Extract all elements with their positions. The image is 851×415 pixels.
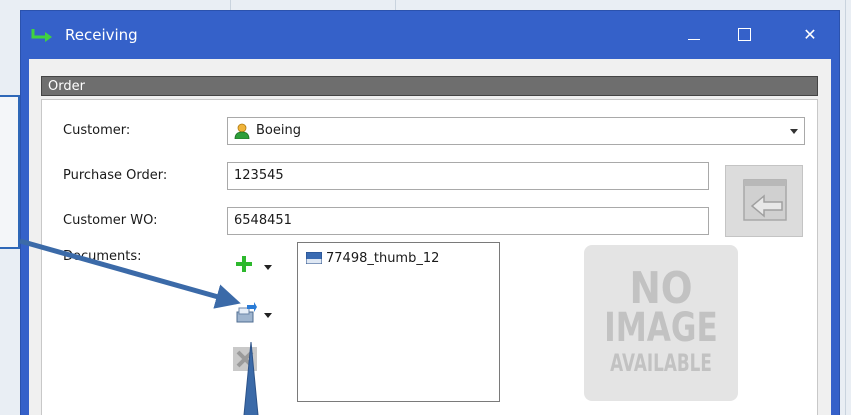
title-bar[interactable]: Receiving ✕ bbox=[21, 11, 839, 59]
delete-icon[interactable] bbox=[233, 347, 257, 371]
add-dropdown-caret[interactable] bbox=[264, 265, 272, 270]
person-icon bbox=[234, 123, 250, 139]
image-file-icon bbox=[306, 252, 322, 264]
plus-icon[interactable] bbox=[235, 255, 253, 273]
customer-value: Boeing bbox=[256, 123, 301, 138]
chevron-down-icon[interactable] bbox=[790, 129, 798, 134]
window-client-area: Order Customer: Boeing Purchase Order: 1… bbox=[29, 59, 831, 415]
maximize-button[interactable] bbox=[721, 21, 767, 49]
section-header-order: Order bbox=[41, 76, 818, 96]
no-image-line3: AVAILABLE bbox=[610, 349, 712, 377]
no-image-placeholder: NO IMAGE AVAILABLE bbox=[584, 245, 738, 401]
documents-label: Documents: bbox=[63, 249, 142, 264]
customer-wo-input[interactable]: 6548451 bbox=[227, 207, 709, 235]
list-item[interactable]: 77498_thumb_12 bbox=[326, 251, 439, 266]
background-divider bbox=[845, 0, 846, 415]
customer-wo-label: Customer WO: bbox=[63, 213, 158, 228]
receiving-arrow-icon bbox=[31, 29, 52, 42]
customer-combobox[interactable]: Boeing bbox=[227, 117, 805, 145]
scan-dropdown-caret[interactable] bbox=[264, 313, 272, 318]
minimize-button[interactable] bbox=[671, 21, 717, 49]
close-button[interactable]: ✕ bbox=[787, 21, 833, 49]
purchase-order-label: Purchase Order: bbox=[63, 168, 168, 183]
import-arrow-icon bbox=[743, 179, 787, 221]
no-image-line2: IMAGE bbox=[604, 305, 718, 351]
customer-label: Customer: bbox=[63, 123, 131, 138]
scan-import-icon[interactable] bbox=[235, 302, 257, 324]
documents-list[interactable]: 77498_thumb_12 bbox=[297, 242, 500, 402]
background-left-panel bbox=[0, 95, 20, 249]
lookup-button[interactable] bbox=[725, 165, 803, 237]
purchase-order-input[interactable]: 123545 bbox=[227, 162, 709, 190]
window-title: Receiving bbox=[65, 26, 138, 44]
receiving-window: Receiving ✕ Order Customer: Boeing Purch… bbox=[21, 11, 839, 415]
